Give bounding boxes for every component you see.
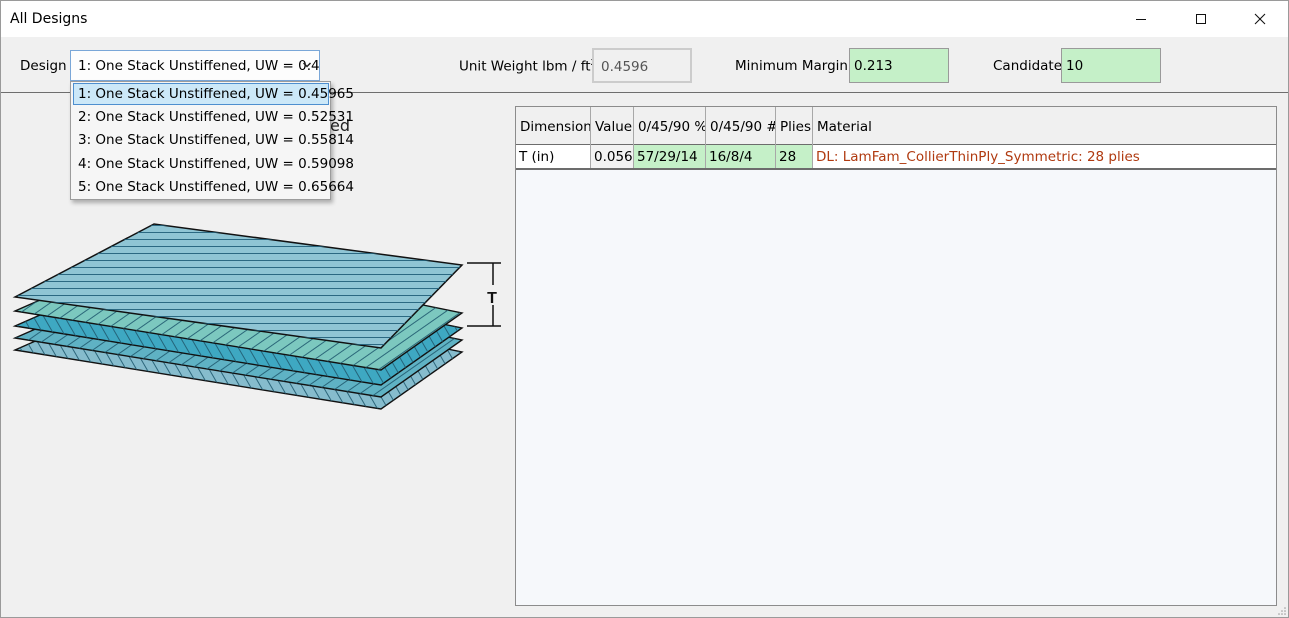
cell-material[interactable]: DL: LamFam_CollierThinPly_Symmetric: 28 …: [813, 145, 1276, 168]
cell-pct[interactable]: 57/29/14: [634, 145, 706, 168]
unit-weight-label: Unit Weight lbm / ft2: [459, 58, 596, 75]
title-bar: All Designs: [1, 1, 1288, 37]
window-title: All Designs: [10, 11, 88, 27]
candidate-label: Candidate: [993, 58, 1063, 74]
laminate-stack-diagram: T: [12, 223, 501, 410]
minimum-margin-label: Minimum Margin: [735, 58, 848, 74]
dropdown-option-4[interactable]: 4: One Stack Unstiffened, UW = 0.59098: [73, 153, 354, 175]
dropdown-option-3[interactable]: 3: One Stack Unstiffened, UW = 0.55814: [73, 129, 354, 151]
close-icon: [1254, 13, 1266, 25]
unit-weight-field[interactable]: 0.4596: [592, 48, 692, 83]
col-header-pct[interactable]: 0/45/90 %: [634, 107, 706, 145]
col-header-value[interactable]: Value: [591, 107, 634, 145]
col-header-material[interactable]: Material: [813, 107, 1276, 145]
maximize-icon: [1196, 14, 1206, 24]
table-header: Dimension Value 0/45/90 % 0/45/90 # Plie…: [516, 107, 1276, 145]
resize-grip-icon[interactable]: [1276, 605, 1286, 615]
col-header-plies[interactable]: Plies: [776, 107, 813, 145]
cell-count[interactable]: 16/8/4: [706, 145, 776, 168]
cell-dimension[interactable]: T (in): [516, 145, 591, 168]
dimensions-table: Dimension Value 0/45/90 % 0/45/90 # Plie…: [515, 106, 1277, 606]
design-combobox-value: 1: One Stack Unstiffened, UW = 0.4: [78, 58, 320, 74]
minimize-button[interactable]: [1118, 1, 1164, 37]
dropdown-option-5[interactable]: 5: One Stack Unstiffened, UW = 0.65664: [73, 176, 354, 198]
close-button[interactable]: [1237, 1, 1283, 37]
dropdown-option-2[interactable]: 2: One Stack Unstiffened, UW = 0.52531: [73, 106, 354, 128]
cell-plies[interactable]: 28: [776, 145, 813, 168]
all-designs-window: All Designs Design 1: One Stack Unstiffe…: [0, 0, 1289, 618]
design-dropdown-list: 1: One Stack Unstiffened, UW = 0.45965 2…: [70, 81, 354, 200]
maximize-button[interactable]: [1178, 1, 1224, 37]
dropdown-option-1[interactable]: 1: One Stack Unstiffened, UW = 0.45965: [73, 83, 354, 105]
thickness-label: T: [487, 290, 497, 307]
cell-value[interactable]: 0.056: [591, 145, 634, 168]
table-row[interactable]: T (in) 0.056 57/29/14 16/8/4 28 DL: LamF…: [516, 145, 1276, 170]
col-header-dimension[interactable]: Dimension: [516, 107, 591, 145]
design-label: Design: [20, 58, 67, 74]
col-header-count[interactable]: 0/45/90 #: [706, 107, 776, 145]
minimum-margin-field[interactable]: 0.213: [849, 48, 949, 83]
minimize-icon: [1136, 19, 1146, 20]
candidate-field[interactable]: 10: [1061, 48, 1161, 83]
design-combobox[interactable]: 1: One Stack Unstiffened, UW = 0.4: [70, 50, 320, 81]
unit-weight-label-text: Unit Weight lbm / ft: [459, 58, 591, 75]
chevron-down-icon: [302, 62, 312, 68]
